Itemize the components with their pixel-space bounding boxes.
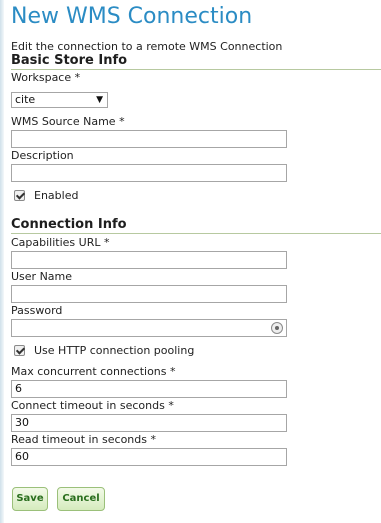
page-subtitle: Edit the connection to a remote WMS Conn… [11, 40, 283, 53]
user-name-input[interactable] [11, 285, 287, 303]
enabled-checkbox[interactable] [14, 189, 25, 201]
section-connection-info: Connection Info [11, 217, 381, 234]
read-timeout-input[interactable]: 60 [11, 448, 287, 466]
pooling-row: Use HTTP connection pooling [14, 343, 194, 357]
connect-timeout-label: Connect timeout in seconds * [11, 399, 174, 412]
max-connections-input[interactable]: 6 [11, 380, 287, 398]
enabled-row: Enabled [14, 188, 78, 202]
pooling-label: Use HTTP connection pooling [34, 343, 195, 357]
user-name-label: User Name [11, 270, 73, 283]
connect-timeout-input[interactable]: 30 [11, 414, 287, 432]
workspace-select-value: cite [15, 93, 36, 106]
description-input[interactable] [11, 164, 287, 182]
pooling-checkbox[interactable] [14, 344, 25, 356]
enabled-label: Enabled [34, 188, 79, 202]
workspace-select[interactable]: cite ▼ [11, 92, 108, 108]
dropdown-arrow-icon: ▼ [96, 95, 103, 105]
read-timeout-label: Read timeout in seconds * [11, 433, 156, 446]
password-input[interactable] [11, 319, 287, 337]
description-label: Description [11, 149, 74, 162]
page-title: New WMS Connection [11, 4, 253, 29]
save-button[interactable]: Save [12, 487, 48, 511]
password-label: Password [11, 304, 63, 317]
capabilities-url-label: Capabilities URL * [11, 236, 110, 249]
wms-source-name-label: WMS Source Name * [11, 115, 125, 128]
password-reveal-icon[interactable] [271, 322, 283, 334]
capabilities-url-input[interactable] [11, 251, 287, 269]
section-basic-store-info: Basic Store Info [11, 53, 381, 70]
cancel-button[interactable]: Cancel [57, 487, 105, 511]
wms-source-name-input[interactable] [11, 130, 287, 148]
workspace-label: Workspace * [11, 71, 81, 84]
max-connections-label: Max concurrent connections * [11, 365, 176, 378]
window-edge [0, 0, 4, 523]
